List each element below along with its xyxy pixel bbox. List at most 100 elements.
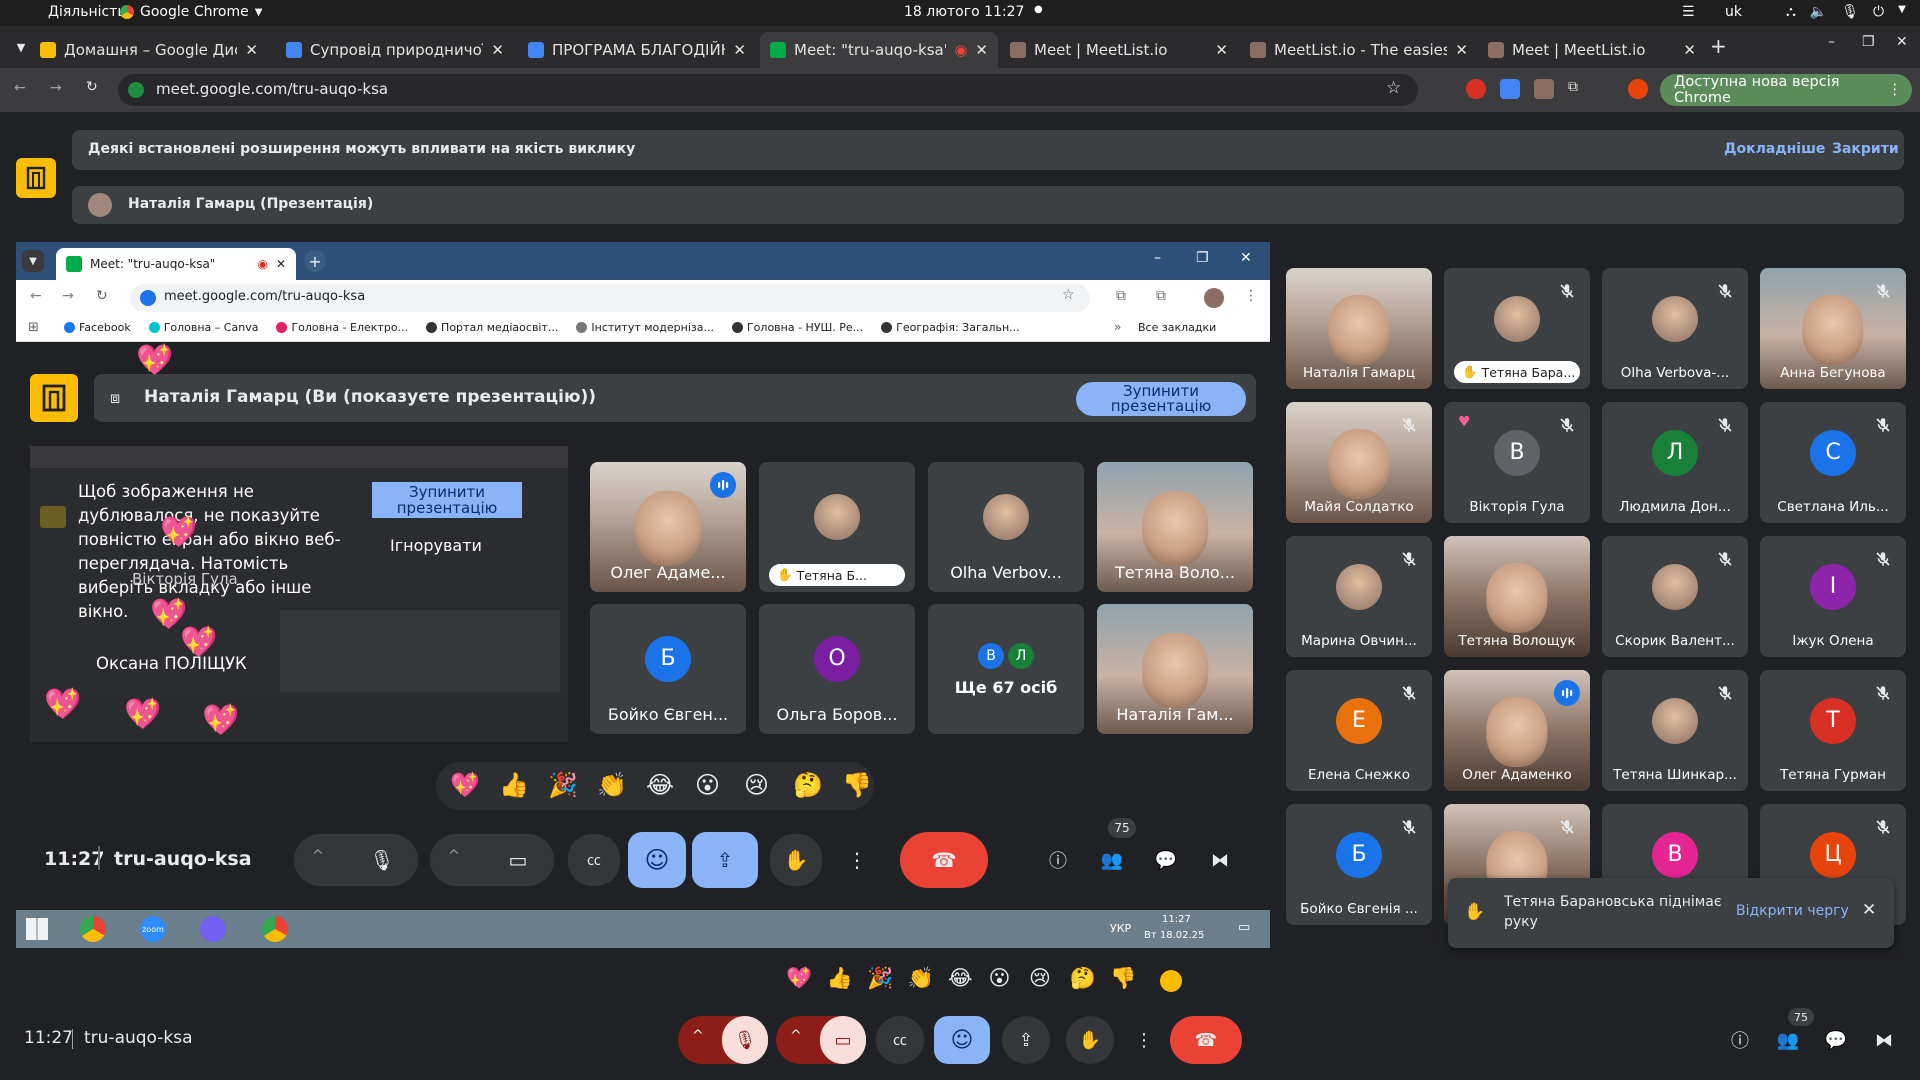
new-tab-button[interactable]: + bbox=[304, 250, 326, 272]
browser-tab[interactable]: Meet | MeetList.io ✕ bbox=[1000, 32, 1238, 68]
minimize-icon[interactable]: – bbox=[1828, 34, 1835, 50]
close-tab-icon[interactable]: ✕ bbox=[975, 41, 988, 59]
reaction-button[interactable]: 🎉 bbox=[867, 968, 893, 989]
activities-icon[interactable]: ⧓ bbox=[1202, 842, 1238, 878]
people-icon[interactable]: 👥 bbox=[1094, 842, 1130, 878]
participant-tile[interactable]: Тетяна Волощук bbox=[1444, 536, 1590, 657]
participant-tile[interactable]: Олег Адаменко bbox=[1444, 670, 1590, 791]
star-icon[interactable]: ☆ bbox=[1386, 78, 1401, 98]
participant-tile[interactable]: Тетяна Воло... bbox=[1097, 462, 1253, 592]
close-icon[interactable]: ✕ bbox=[1862, 900, 1876, 920]
chrome-icon[interactable] bbox=[262, 916, 288, 942]
reaction-button[interactable]: 💖 bbox=[786, 968, 812, 989]
reaction-button[interactable]: 😢 bbox=[1029, 968, 1051, 989]
bookmark-item[interactable]: Головна - НУШ. Ре... bbox=[731, 321, 863, 334]
forward-icon[interactable]: → bbox=[50, 80, 62, 96]
present-icon[interactable]: ⇪ bbox=[1002, 1016, 1050, 1064]
leave-call-icon[interactable]: ☎ bbox=[900, 832, 988, 888]
back-icon[interactable]: ← bbox=[30, 288, 42, 304]
raise-hand-icon[interactable]: ✋ bbox=[1066, 1016, 1114, 1064]
participant-tile[interactable]: Т Тетяна Гурман bbox=[1760, 670, 1906, 791]
extension-icon[interactable] bbox=[1534, 79, 1554, 99]
participant-tile[interactable]: Майя Солдатко bbox=[1286, 402, 1432, 523]
camera-icon[interactable]: ▭ bbox=[492, 834, 544, 886]
reaction-button[interactable]: 😢 bbox=[744, 773, 769, 797]
chat-icon[interactable]: 💬 bbox=[1818, 1022, 1854, 1058]
skin-tone-icon[interactable] bbox=[1160, 970, 1182, 992]
microphone-off-icon[interactable]: 🎙 bbox=[722, 1016, 768, 1064]
activities-button[interactable]: Діяльність bbox=[48, 4, 126, 20]
browser-tab[interactable]: Meet | MeetList.io ✕ bbox=[1478, 32, 1706, 68]
reaction-button[interactable]: 😂 bbox=[948, 968, 973, 989]
people-icon[interactable]: 👥 bbox=[1770, 1022, 1806, 1058]
reaction-button[interactable]: 🤔 bbox=[1070, 968, 1096, 989]
emoji-icon[interactable]: ☺ bbox=[934, 1016, 990, 1064]
extension-icon[interactable]: ⧉ bbox=[1116, 288, 1126, 304]
more-options-icon[interactable]: ⋮ bbox=[842, 834, 872, 886]
clock[interactable]: 18 лютого 11:27 bbox=[904, 4, 1024, 20]
close-window-icon[interactable]: ✕ bbox=[1240, 250, 1252, 266]
taskbar-lang[interactable]: УКР bbox=[1110, 922, 1131, 935]
all-bookmarks[interactable]: Все закладки bbox=[1138, 321, 1216, 334]
microphone-icon[interactable]: 🎙 bbox=[356, 834, 408, 886]
close-tab-icon[interactable]: ✕ bbox=[733, 41, 746, 59]
windows-start-icon[interactable] bbox=[26, 918, 48, 940]
close-tab-icon[interactable]: ✕ bbox=[1683, 41, 1696, 59]
bookmark-item[interactable]: Географія: Загальн... bbox=[881, 321, 1020, 334]
reaction-button[interactable]: 🎉 bbox=[548, 773, 578, 797]
learn-more-link[interactable]: Докладніше bbox=[1724, 141, 1825, 157]
participant-tile[interactable]: Марина Овчин... bbox=[1286, 536, 1432, 657]
participant-tile[interactable]: Скорик Валент... bbox=[1602, 536, 1748, 657]
new-tab-button[interactable]: + bbox=[1710, 34, 1727, 58]
mirror-ignore-button[interactable]: Ігнорувати bbox=[390, 536, 482, 555]
participant-tile[interactable]: В Л Ще 67 осіб bbox=[928, 604, 1084, 734]
reaction-button[interactable]: 👎 bbox=[1110, 968, 1136, 989]
close-tab-icon[interactable]: ✕ bbox=[1215, 41, 1228, 59]
activities-icon[interactable]: ⧓ bbox=[1866, 1022, 1902, 1058]
input-method-icon[interactable]: ☰ bbox=[1682, 4, 1695, 20]
captions-icon[interactable]: ㏄ bbox=[876, 1016, 924, 1064]
menu-icon[interactable]: ⋮ bbox=[1244, 288, 1258, 304]
participant-tile[interactable]: ✋ Тетяна Б... bbox=[759, 462, 915, 592]
participant-tile[interactable]: Б Бойко Євгенія ... bbox=[1286, 804, 1432, 925]
inner-omnibox[interactable]: meet.google.com/tru-auqo-ksa ☆ bbox=[130, 284, 1090, 312]
reaction-button[interactable]: 👎 bbox=[842, 773, 872, 797]
browser-tab[interactable]: ПРОГРАМА БЛАГОДІЙН ✕ bbox=[518, 32, 756, 68]
participant-tile[interactable]: ✋ Тетяна Бара... bbox=[1444, 268, 1590, 389]
info-icon[interactable]: ⓘ bbox=[1040, 842, 1076, 878]
participant-tile[interactable]: Тетяна Шинкар... bbox=[1602, 670, 1748, 791]
restore-icon[interactable]: ❐ bbox=[1862, 34, 1875, 50]
participant-tile[interactable]: Olha Verbov... bbox=[928, 462, 1084, 592]
participant-tile[interactable]: Olha Verbova-... bbox=[1602, 268, 1748, 389]
star-icon[interactable]: ☆ bbox=[1062, 287, 1075, 303]
stop-presenting-button[interactable]: Зупинити презентацію bbox=[1076, 382, 1246, 416]
leave-call-icon[interactable]: ☎ bbox=[1170, 1016, 1242, 1064]
reaction-button[interactable]: 👍 bbox=[499, 773, 529, 797]
site-info-icon[interactable] bbox=[128, 82, 144, 98]
reload-icon[interactable]: ↻ bbox=[86, 79, 98, 95]
reaction-button[interactable]: 👍 bbox=[827, 968, 853, 989]
keyboard-layout[interactable]: uk bbox=[1725, 4, 1742, 20]
chrome-update-button[interactable]: Доступна нова версія Chrome ⋮ bbox=[1660, 74, 1912, 106]
participant-tile[interactable]: Анна Бегунова bbox=[1760, 268, 1906, 389]
participant-tile[interactable]: Наталія Гам... bbox=[1097, 604, 1253, 734]
reaction-button[interactable]: 😂 bbox=[646, 773, 674, 797]
participant-tile[interactable]: Л Людмила Дон... bbox=[1602, 402, 1748, 523]
reaction-button[interactable]: 💖 bbox=[450, 773, 480, 797]
viber-icon[interactable] bbox=[200, 916, 226, 942]
restore-icon[interactable]: ❐ bbox=[1196, 250, 1209, 266]
participant-tile[interactable]: В ♥ Вікторія Гула bbox=[1444, 402, 1590, 523]
bookmark-item[interactable]: Головна – Canva bbox=[148, 321, 258, 334]
forward-icon[interactable]: → bbox=[62, 288, 74, 304]
omnibox[interactable]: meet.google.com/tru-auqo-ksa ☆ bbox=[118, 74, 1418, 106]
participant-tile[interactable]: Б Бойко Євген... bbox=[590, 604, 746, 734]
system-tray[interactable]: ⛬ 🔈 🎙 ⏻ ▼ bbox=[1786, 4, 1906, 20]
profile-avatar[interactable] bbox=[1204, 288, 1224, 308]
minimize-icon[interactable]: – bbox=[1154, 250, 1161, 266]
participant-tile[interactable]: С Светлана Иль... bbox=[1760, 402, 1906, 523]
participant-tile[interactable]: О Ольга Боров... bbox=[759, 604, 915, 734]
chrome-icon[interactable] bbox=[80, 916, 106, 942]
reload-icon[interactable]: ↻ bbox=[96, 288, 108, 304]
present-icon[interactable]: ⇪ bbox=[692, 832, 758, 888]
bookmark-item[interactable]: Інститут модерніза... bbox=[576, 321, 714, 334]
